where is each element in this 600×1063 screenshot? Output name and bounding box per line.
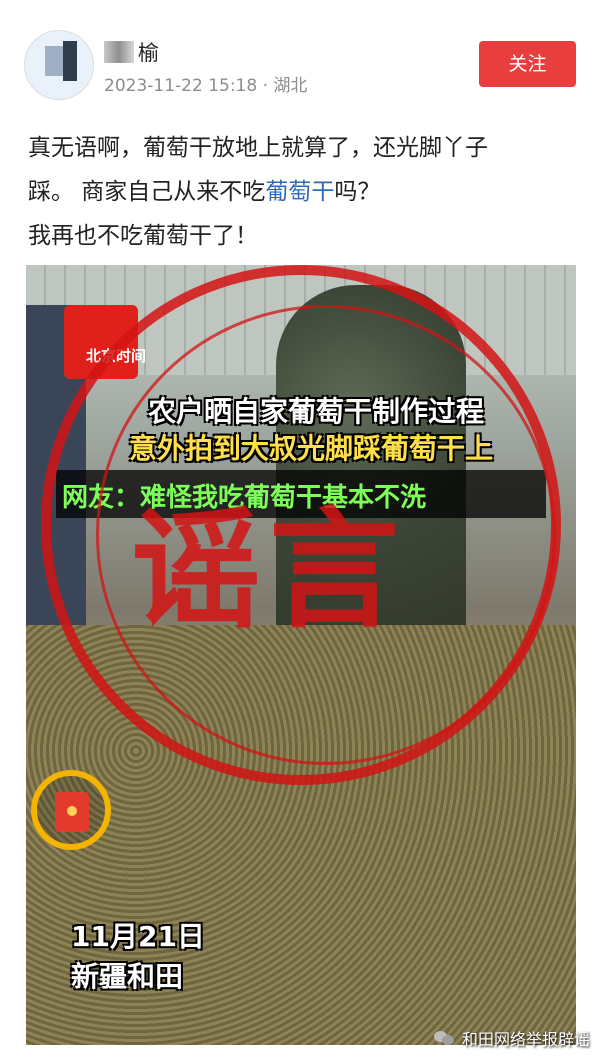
post-text: 真无语啊，葡萄干放地上就算了，还光脚丫子 踩。 商家自己从来不吃葡萄干吗？ 我再…: [28, 126, 576, 258]
watermark: 和田网络举报辟谣: [434, 1026, 590, 1050]
post-timestamp: 2023-11-22 15:18: [104, 76, 258, 96]
post-location: 湖北: [273, 76, 308, 96]
rumor-stamp-text: 谣言: [131, 493, 408, 646]
video-date: 11月21日: [71, 920, 205, 953]
wechat-icon: [434, 1029, 456, 1047]
post-video[interactable]: 北京时间 农户晒自家葡萄干制作过程 意外拍到大叔光脚踩葡萄干上 网友：难怪我吃葡…: [26, 265, 576, 1045]
red-envelope-icon: [55, 792, 89, 832]
video-place: 新疆和田: [71, 960, 184, 993]
post-line-2: 踩。 商家自己从来不吃葡萄干吗？: [28, 170, 576, 214]
red-packet-icon[interactable]: [31, 770, 111, 850]
username[interactable]: 榆: [138, 37, 159, 67]
post-line-3: 我再也不吃葡萄干了！: [28, 223, 258, 249]
topic-link[interactable]: 葡萄干: [265, 179, 334, 205]
post-line-1: 真无语啊，葡萄干放地上就算了，还光脚丫子: [28, 135, 488, 161]
post-meta: 2023-11-22 15:18 · 湖北: [104, 71, 307, 96]
avatar[interactable]: [24, 30, 94, 100]
username-container[interactable]: 榆: [104, 38, 159, 66]
avatar-image-detail: [63, 41, 77, 81]
post-header: 榆 2023-11-22 15:18 · 湖北 关注: [0, 0, 600, 115]
username-redaction: [104, 41, 134, 63]
follow-button[interactable]: 关注: [479, 41, 576, 87]
post-line-2-end: 吗？: [334, 179, 381, 205]
meta-dot: ·: [262, 76, 269, 96]
watermark-text: 和田网络举报辟谣: [462, 1030, 591, 1049]
avatar-image: [45, 46, 63, 76]
rumor-stamp: 谣言: [41, 265, 561, 785]
post-line-2-start: 踩。 商家自己从来不吃: [28, 179, 266, 205]
